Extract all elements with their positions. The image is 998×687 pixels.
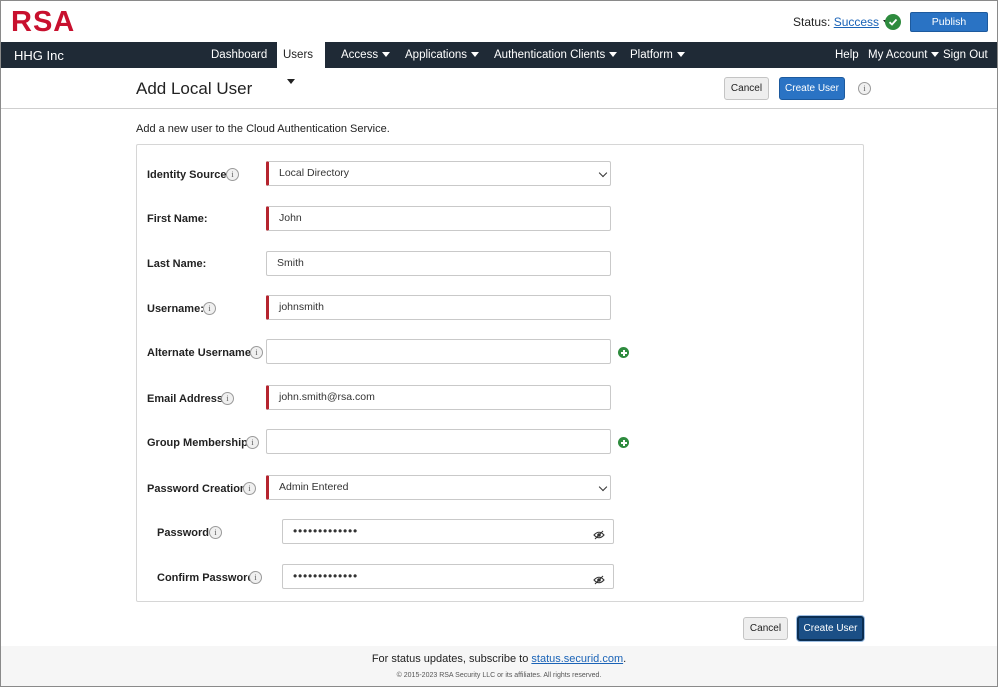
identity-source-select[interactable]: Local Directory xyxy=(266,161,611,186)
nav-my-account[interactable]: My Account xyxy=(862,42,945,68)
first-name-label: First Name: xyxy=(147,213,208,225)
status-updates-suffix: . xyxy=(623,653,627,665)
identity-source-value: Local Directory xyxy=(279,167,350,179)
nav-sign-out[interactable]: Sign Out xyxy=(937,42,994,68)
password-value: ••••••••••••• xyxy=(293,524,359,538)
nav-authentication-clients-label: Authentication Clients xyxy=(494,49,606,61)
add-user-form: Identity Source: i Local Directory First… xyxy=(136,144,864,602)
nav-platform[interactable]: Platform xyxy=(624,42,691,68)
add-alternate-username-icon[interactable] xyxy=(618,347,629,358)
page-intro: Add a new user to the Cloud Authenticati… xyxy=(136,123,390,135)
info-icon[interactable]: i xyxy=(250,346,263,359)
email-address-input[interactable]: john.smith@rsa.com xyxy=(266,385,611,410)
status-label: Status: xyxy=(793,15,831,29)
group-membership-input[interactable] xyxy=(266,429,611,454)
chevron-down-icon xyxy=(382,52,391,58)
top-bar: RSA Status: Success Publish Changes xyxy=(1,1,997,46)
identity-source-label: Identity Source: xyxy=(147,169,231,181)
status-indicator: Status: Success xyxy=(793,15,892,29)
nav-applications-label: Applications xyxy=(405,49,468,61)
last-name-label: Last Name: xyxy=(147,258,207,270)
status-updates-text: For status updates, subscribe to status.… xyxy=(1,653,997,665)
chevron-down-icon xyxy=(471,52,480,58)
password-label: Password: xyxy=(157,527,213,539)
nav-help-label: Help xyxy=(835,49,859,61)
page-title: Add Local User xyxy=(136,79,253,98)
info-icon[interactable]: i xyxy=(209,526,222,539)
info-icon[interactable]: i xyxy=(203,302,216,315)
info-icon[interactable]: i xyxy=(249,571,262,584)
alternate-username-input[interactable] xyxy=(266,339,611,364)
nav-applications[interactable]: Applications xyxy=(399,42,485,68)
status-link[interactable]: Success xyxy=(834,15,879,29)
nav-sign-out-label: Sign Out xyxy=(943,49,988,61)
info-icon[interactable]: i xyxy=(246,436,259,449)
copyright: © 2015-2023 RSA Security LLC or its affi… xyxy=(396,672,602,679)
create-user-button-bottom[interactable]: Create User xyxy=(797,616,864,641)
info-icon[interactable]: i xyxy=(858,82,871,95)
nav-dashboard[interactable]: Dashboard xyxy=(205,42,273,68)
nav-dashboard-label: Dashboard xyxy=(211,49,268,61)
nav-help[interactable]: Help xyxy=(829,42,865,68)
last-name-input[interactable]: Smith xyxy=(266,251,611,276)
eye-slash-icon[interactable] xyxy=(593,526,605,549)
username-input[interactable]: johnsmith xyxy=(266,295,611,320)
cancel-button[interactable]: Cancel xyxy=(724,77,769,100)
success-check-icon xyxy=(885,14,901,30)
chevron-down-icon xyxy=(676,52,685,58)
password-creation-value: Admin Entered xyxy=(279,481,349,493)
confirm-password-input[interactable]: ••••••••••••• xyxy=(282,564,614,589)
eye-slash-icon[interactable] xyxy=(593,571,605,594)
status-site-link[interactable]: status.securid.com xyxy=(531,653,623,665)
username-label: Username: xyxy=(147,303,204,315)
publish-changes-button[interactable]: Publish Changes xyxy=(910,12,988,46)
password-creation-label: Password Creation: xyxy=(147,483,251,495)
first-name-input[interactable]: John xyxy=(266,206,611,231)
password-creation-select[interactable]: Admin Entered xyxy=(266,475,611,500)
info-icon[interactable]: i xyxy=(221,392,234,405)
chevron-down-icon xyxy=(598,168,608,178)
add-group-icon[interactable] xyxy=(618,437,629,448)
group-membership-label: Group Membership: xyxy=(147,437,252,449)
email-address-label: Email Address: xyxy=(147,393,227,405)
nav-authentication-clients[interactable]: Authentication Clients xyxy=(488,42,623,68)
confirm-password-value: ••••••••••••• xyxy=(293,569,359,583)
nav-users[interactable]: Users xyxy=(277,42,325,85)
nav-users-label: Users xyxy=(283,49,314,61)
alternate-username-label: Alternate Username: xyxy=(147,347,255,359)
nav-access[interactable]: Access xyxy=(335,42,396,68)
chevron-down-icon xyxy=(609,52,618,58)
password-input[interactable]: ••••••••••••• xyxy=(282,519,614,544)
footer: For status updates, subscribe to status.… xyxy=(1,646,997,686)
nav-access-label: Access xyxy=(341,49,379,61)
create-user-button[interactable]: Create User xyxy=(779,77,845,100)
chevron-down-icon xyxy=(598,482,608,492)
confirm-password-label: Confirm Password: xyxy=(157,572,258,584)
info-icon[interactable]: i xyxy=(226,168,239,181)
nav-platform-label: Platform xyxy=(630,49,673,61)
status-updates-prefix: For status updates, subscribe to xyxy=(371,653,532,665)
rsa-logo[interactable]: RSA xyxy=(11,6,75,39)
page-header: Add Local User Cancel Create User i xyxy=(1,68,997,109)
main-navbar: HHG Inc Dashboard Users Access Applicati… xyxy=(1,42,997,85)
info-icon[interactable]: i xyxy=(243,482,256,495)
company-name[interactable]: HHG Inc xyxy=(14,48,64,63)
cancel-button-bottom[interactable]: Cancel xyxy=(743,617,788,640)
nav-my-account-label: My Account xyxy=(868,49,928,61)
